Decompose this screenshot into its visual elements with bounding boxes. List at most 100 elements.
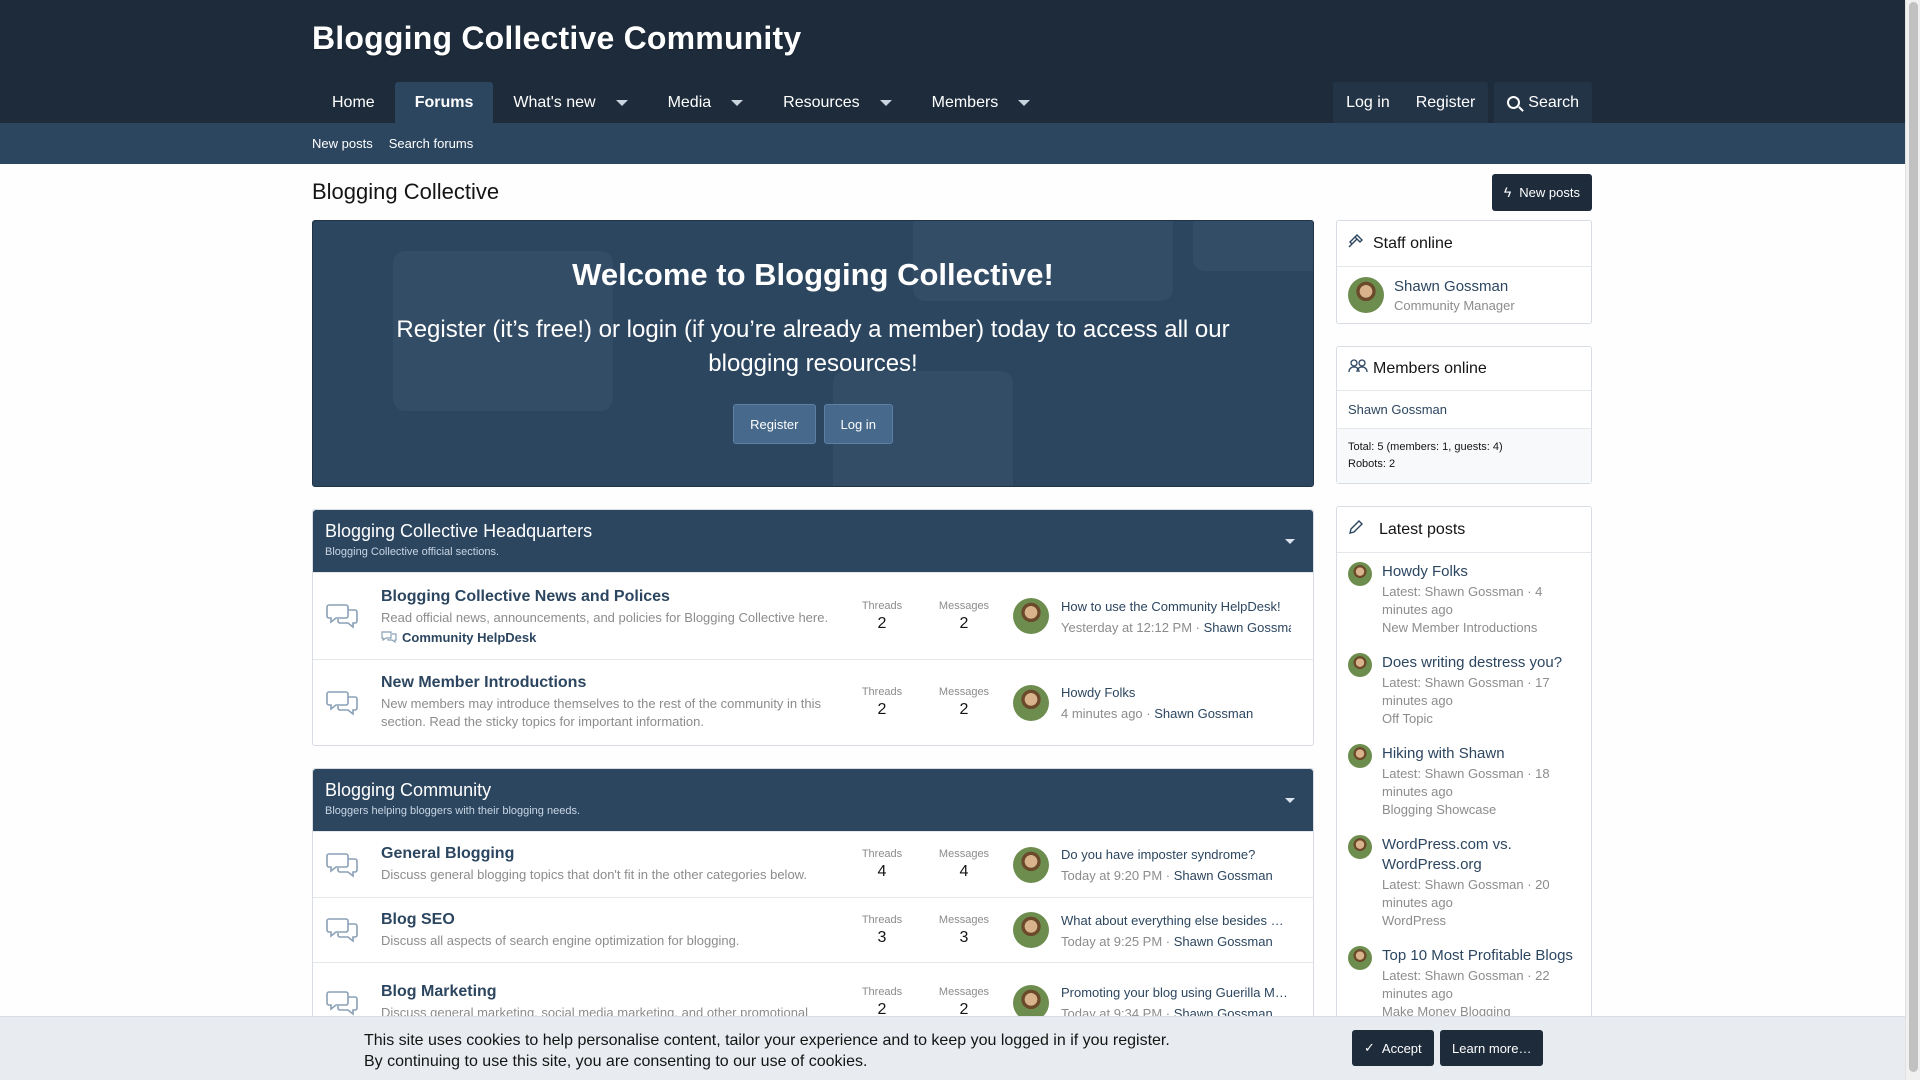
members-online-header: Members online (1337, 347, 1591, 391)
stat-label: Messages (938, 913, 990, 926)
avatar[interactable] (1013, 846, 1049, 883)
welcome-register-button[interactable]: Register (733, 404, 816, 444)
nav-tab-home[interactable]: Home (312, 82, 395, 123)
nav-tab-whats-new[interactable]: What's new (493, 82, 647, 123)
avatar[interactable] (1348, 946, 1372, 970)
cookie-learn-more-button[interactable]: Learn more… (1440, 1030, 1544, 1066)
latest-post-forum[interactable]: Off Topic (1382, 711, 1580, 726)
welcome-heading: Welcome to Blogging Collective! (572, 257, 1054, 292)
new-posts-button[interactable]: ϟ New posts (1491, 173, 1592, 211)
last-post-title[interactable]: Do you have imposter syndrome? (1061, 847, 1255, 862)
collapse-toggle-icon[interactable] (1285, 539, 1295, 544)
last-post-user[interactable]: Shawn Gossman (1154, 706, 1253, 721)
last-post: What about everything else besides … Tod… (1013, 912, 1303, 949)
latest-post-item: Howdy Folks Latest: Shawn Gossman · 4 min… (1337, 553, 1591, 644)
messages-stat: Messages 2 (923, 986, 1005, 1019)
side-title[interactable]: Latest posts (1379, 521, 1465, 539)
avatar[interactable] (1013, 684, 1049, 721)
forum-node: Blogging Collective News and Polices Rea… (313, 572, 1313, 659)
subforum-link[interactable]: Community HelpDesk (381, 630, 841, 645)
last-post-time[interactable]: Yesterday at 12:12 PM (1061, 620, 1192, 635)
last-post-title[interactable]: What about everything else besides … (1061, 913, 1284, 928)
last-post-time[interactable]: Today at 9:20 PM (1061, 868, 1162, 883)
forum-chat-icon (323, 689, 361, 717)
last-post-user[interactable]: Shawn Gossman (1174, 868, 1273, 883)
subnav-new-posts[interactable]: New posts (312, 136, 373, 151)
forum-title[interactable]: New Member Introductions (381, 674, 586, 691)
caret-down-icon[interactable] (731, 99, 744, 106)
avatar[interactable] (1348, 835, 1372, 859)
forum-title[interactable]: Blog SEO (381, 911, 455, 928)
last-post-user[interactable]: Shawn Gossman (1174, 934, 1273, 949)
caret-down-icon[interactable] (879, 99, 892, 106)
forum-node: New Member Introductions New members may… (313, 659, 1313, 745)
last-post-title[interactable]: Promoting your blog using Guerilla M… (1061, 985, 1288, 1000)
online-total: Total: 5 (members: 1, guests: 4) (1348, 441, 1503, 453)
cookie-accept-button[interactable]: ✓ Accept (1352, 1030, 1434, 1066)
avatar[interactable] (1348, 277, 1384, 313)
avatar[interactable] (1348, 653, 1372, 677)
register-link[interactable]: Register (1403, 82, 1489, 123)
messages-stat: Messages 3 (923, 914, 1005, 947)
nav-tab-resources[interactable]: Resources (763, 82, 911, 123)
forum-title[interactable]: Blogging Collective News and Polices (381, 588, 670, 605)
page-scrollbar[interactable] (1905, 0, 1920, 1080)
collapse-toggle-icon[interactable] (1285, 798, 1295, 803)
caret-down-icon[interactable] (615, 99, 628, 106)
latest-post-title[interactable]: WordPress.com vs. WordPress.org (1382, 836, 1512, 873)
latest-post-forum[interactable]: Blogging Showcase (1382, 802, 1580, 817)
staff-name[interactable]: Shawn Gossman (1394, 278, 1508, 295)
threads-stat: Threads 2 (841, 686, 923, 719)
site-title[interactable]: Blogging Collective Community (312, 20, 801, 57)
login-link[interactable]: Log in (1333, 82, 1403, 123)
stat-label: Threads (861, 848, 903, 860)
stat-value: 2 (959, 701, 969, 718)
gavel-icon (1348, 233, 1366, 254)
avatar[interactable] (1013, 912, 1049, 948)
welcome-notice: Welcome to Blogging Collective! Register… (312, 220, 1314, 487)
subnav-search-forums[interactable]: Search forums (389, 136, 474, 151)
latest-post-title[interactable]: Hiking with Shawn (1382, 745, 1505, 762)
category-block: Blogging Community Bloggers helping blog… (312, 768, 1314, 1043)
nav-tab-media[interactable]: Media (648, 82, 764, 123)
scrollbar-thumb[interactable] (1909, 2, 1918, 1072)
avatar[interactable] (1013, 598, 1049, 634)
latest-post-title[interactable]: Top 10 Most Profitable Blogs (1382, 947, 1573, 964)
bolt-icon: ϟ (1503, 184, 1512, 200)
forum-chat-icon (323, 602, 361, 630)
last-post-time[interactable]: Today at 9:25 PM (1061, 934, 1162, 949)
avatar[interactable] (1348, 744, 1372, 768)
avatar[interactable] (1348, 562, 1372, 586)
last-post-user[interactable]: Shawn Gossman (1204, 620, 1291, 635)
category-title[interactable]: Blogging Community (325, 780, 1301, 801)
last-post-title[interactable]: How to use the Community HelpDesk! (1061, 599, 1281, 614)
latest-post-title[interactable]: Does writing destress you? (1382, 654, 1562, 671)
nav-account-group: Log in Register Search (1333, 82, 1592, 123)
search-button[interactable]: Search (1494, 82, 1592, 123)
staff-online-header: Staff online (1337, 221, 1591, 267)
nav-tab-members[interactable]: Members (912, 82, 1051, 123)
category-header: Blogging Community Bloggers helping blog… (313, 769, 1313, 831)
category-title[interactable]: Blogging Collective Headquarters (325, 521, 1301, 542)
stat-label: Messages (938, 848, 990, 860)
forum-title[interactable]: Blog Marketing (381, 983, 497, 1000)
subforum-chat-icon (381, 631, 397, 643)
stat-value: 2 (877, 701, 887, 718)
latest-post-item: Does writing destress you? Latest: Shawn … (1337, 644, 1591, 735)
last-post-time[interactable]: 4 minutes ago (1061, 706, 1143, 721)
forum-title[interactable]: General Blogging (381, 845, 514, 862)
stat-value: 3 (877, 928, 887, 946)
stat-label: Threads (861, 913, 903, 926)
caret-down-icon[interactable] (1018, 99, 1031, 106)
online-member-link[interactable]: Shawn Gossman (1348, 402, 1447, 417)
welcome-login-button[interactable]: Log in (823, 404, 893, 444)
latest-post-forum[interactable]: New Member Introductions (1382, 620, 1580, 635)
nav-tab-forums[interactable]: Forums (394, 82, 494, 123)
last-post-title[interactable]: Howdy Folks (1061, 685, 1135, 700)
forum-description: Discuss all aspects of search engine opt… (381, 932, 740, 948)
latest-post-forum[interactable]: WordPress (1382, 913, 1580, 928)
stat-label: Threads (861, 599, 903, 612)
stat-label: Threads (861, 686, 903, 698)
latest-post-title[interactable]: Howdy Folks (1382, 563, 1468, 580)
side-title[interactable]: Members online (1373, 360, 1487, 378)
